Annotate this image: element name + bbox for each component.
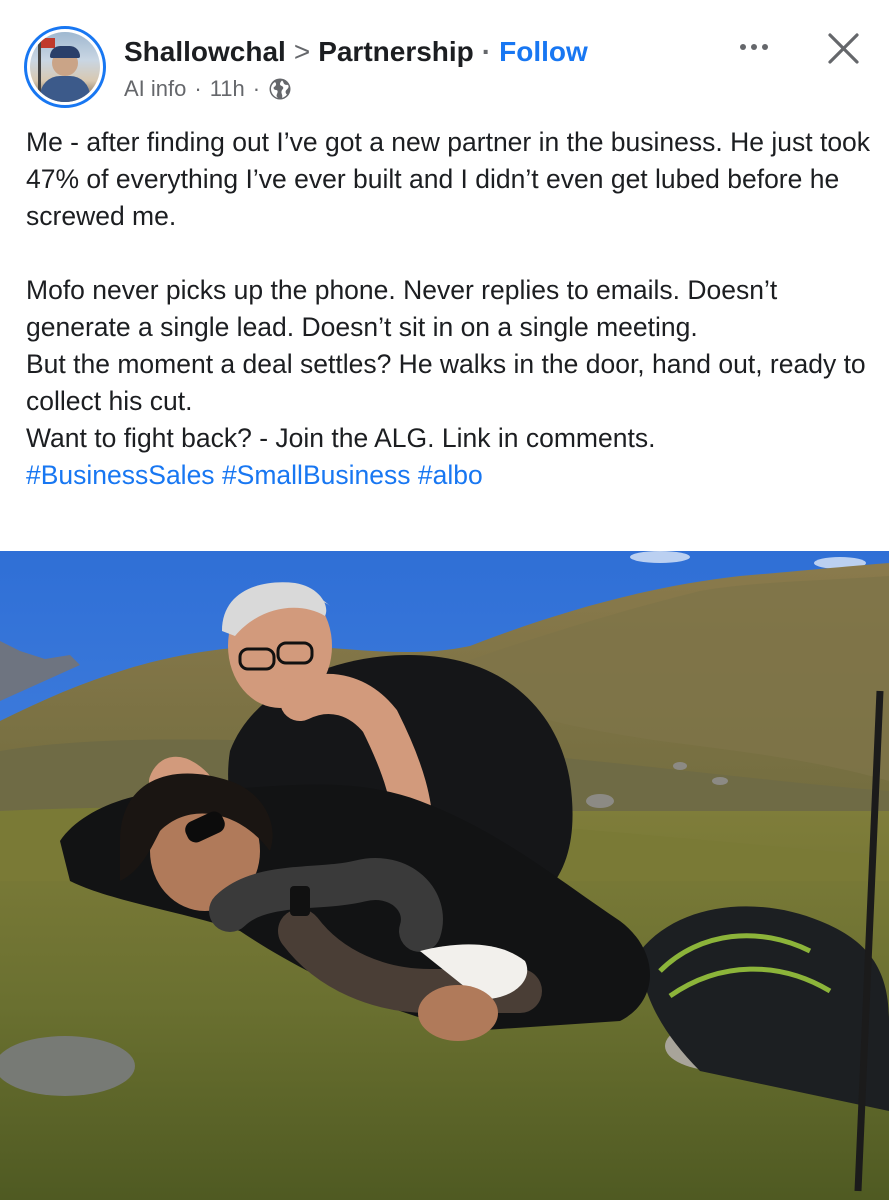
group-name[interactable]: Partnership [318,36,474,68]
post-paragraph: But the moment a deal settles? He walks … [26,349,866,416]
more-options-icon[interactable] [732,30,776,64]
author-row: Shallowchal > Partnership · Follow [124,32,588,72]
separator-dot: · [252,76,261,101]
hashtag-link[interactable]: #albo [418,460,483,490]
separator-dot: · [481,36,492,67]
post-timestamp[interactable]: 11h [210,76,245,102]
separator-dot: · [194,76,202,101]
hashtag-link[interactable]: #SmallBusiness [222,460,411,490]
post-paragraph: Me - after finding out I’ve got a new pa… [26,127,871,231]
post-header: Shallowchal > Partnership · Follow AI in… [0,0,889,120]
author-avatar[interactable] [24,26,106,108]
post-paragraph: Mofo never picks up the phone. Never rep… [26,275,778,342]
globe-icon[interactable] [268,77,292,101]
post-text: Me - after finding out I’ve got a new pa… [26,124,871,494]
ai-info-link[interactable]: AI info [124,76,186,102]
avatar-image [30,32,100,102]
photo-image [0,551,889,1200]
post-paragraph: Want to fight back? - Join the ALG. Link… [26,423,656,453]
chevron-right-icon: > [293,36,311,67]
follow-button[interactable]: Follow [499,36,588,68]
post-meta: AI info · 11h · [124,74,292,104]
author-name[interactable]: Shallowchal [124,36,286,68]
hashtag-row: #BusinessSales #SmallBusiness #albo [26,457,871,494]
post-photo[interactable] [0,551,889,1200]
facebook-post: Shallowchal > Partnership · Follow AI in… [0,0,889,1200]
hashtag-link[interactable]: #BusinessSales [26,460,215,490]
close-icon[interactable] [822,28,864,70]
